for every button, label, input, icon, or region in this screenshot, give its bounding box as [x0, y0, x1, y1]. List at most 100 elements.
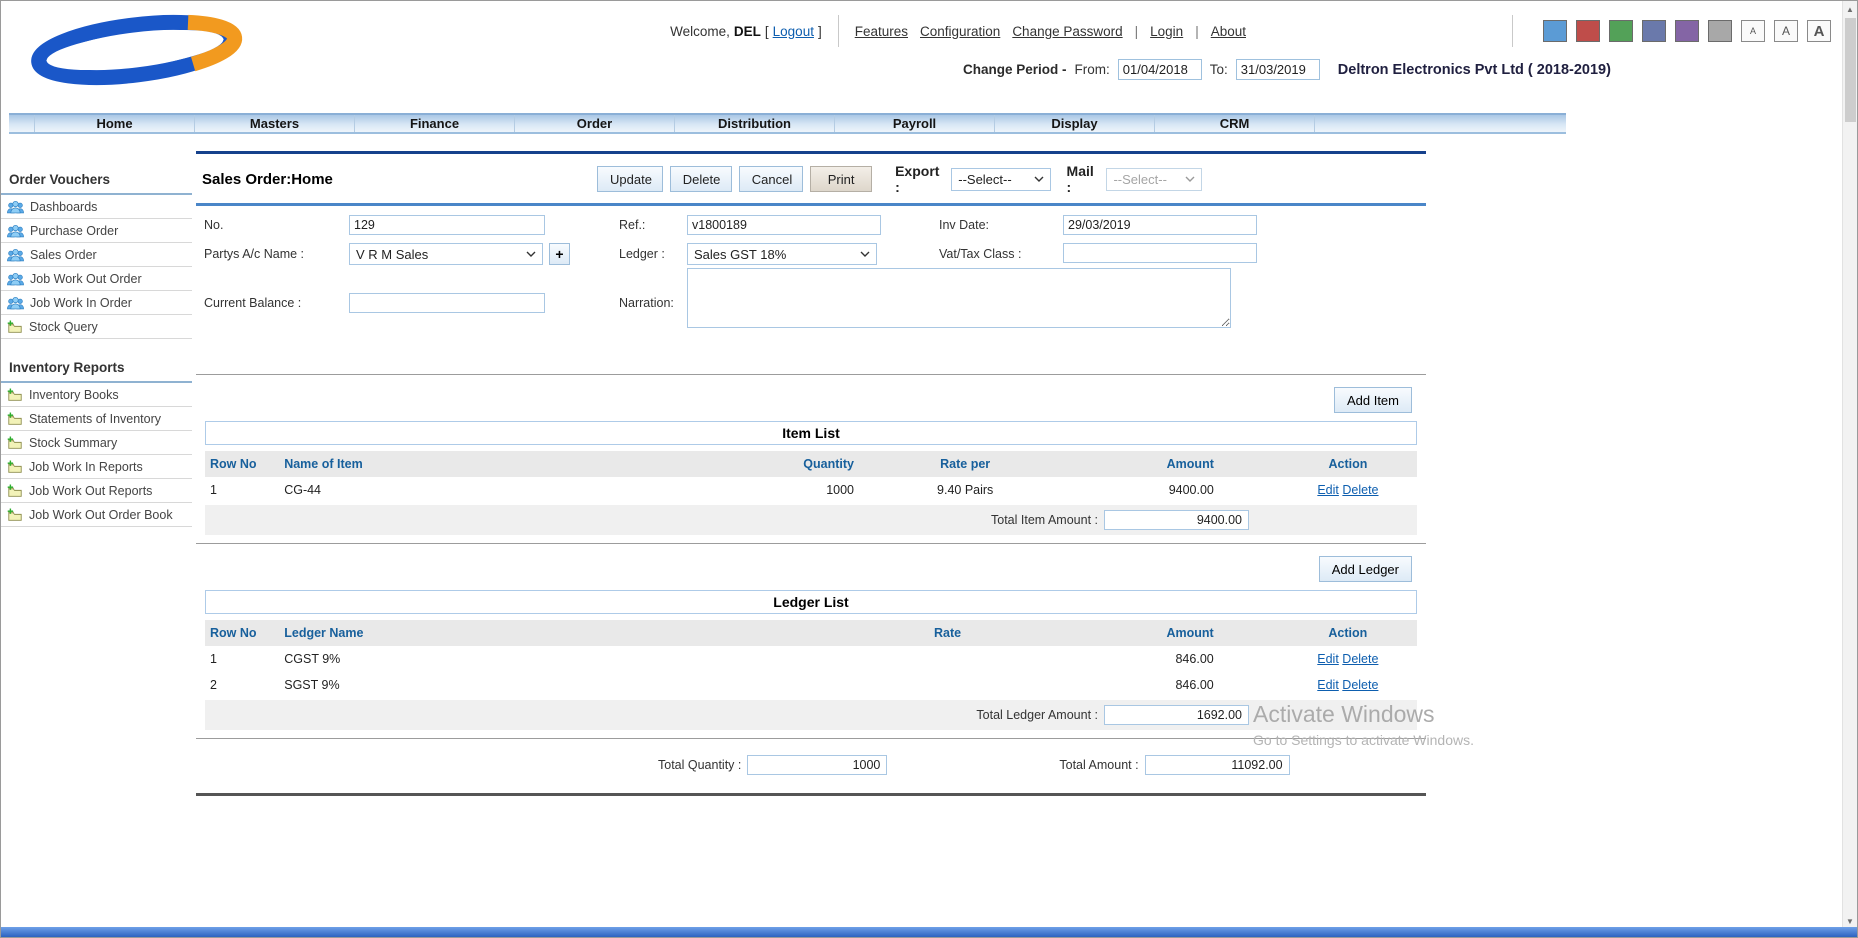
- theme-color-swatch[interactable]: [1609, 20, 1633, 42]
- ledger-label: Ledger :: [619, 247, 665, 261]
- cancel-button[interactable]: Cancel: [739, 166, 803, 192]
- ledger-list-title: Ledger List: [205, 590, 1417, 614]
- item-actions: Edit Delete: [1279, 477, 1417, 503]
- folder-icon: [7, 412, 23, 426]
- account-row: Welcome, DEL [ Logout ] Features Configu…: [670, 15, 1831, 47]
- update-button[interactable]: Update: [597, 166, 663, 192]
- nav-crm[interactable]: CRM: [1155, 115, 1315, 132]
- add-party-button[interactable]: +: [549, 243, 570, 265]
- mail-label: Mail :: [1067, 163, 1101, 195]
- total-ledger-amount-row: Total Ledger Amount :: [205, 700, 1417, 730]
- add-ledger-row: Add Ledger: [196, 544, 1426, 590]
- configuration-link[interactable]: Configuration: [920, 24, 1000, 39]
- item-row: 1 CG-44 1000 9.40 Pairs 9400.00 Edit Del…: [205, 477, 1417, 503]
- nav-spacer: [9, 115, 35, 132]
- divider: [1512, 15, 1513, 47]
- ledger-edit-link[interactable]: Edit: [1317, 652, 1339, 666]
- ledger-edit-link[interactable]: Edit: [1317, 678, 1339, 692]
- col-row-no: Row No: [205, 451, 279, 477]
- theme-color-swatch[interactable]: [1675, 20, 1699, 42]
- about-link[interactable]: About: [1211, 24, 1246, 39]
- vat-class-input[interactable]: [1063, 243, 1257, 263]
- bottom-edge-bar: [1, 927, 1857, 937]
- users-icon: [7, 248, 24, 262]
- ledger-actions: Edit Delete: [1279, 646, 1417, 672]
- sidebar-item-label: Inventory Books: [29, 388, 119, 402]
- sidebar-item-statements-of-inventory[interactable]: Statements of Inventory: [1, 407, 192, 431]
- ref-label: Ref.:: [619, 218, 645, 232]
- sidebar-item-job-work-out-reports[interactable]: Job Work Out Reports: [1, 479, 192, 503]
- narration-textarea[interactable]: [687, 268, 1231, 328]
- print-button[interactable]: Print: [810, 166, 872, 192]
- sidebar-item-label: Job Work Out Order: [30, 272, 142, 286]
- ref-input[interactable]: [687, 215, 881, 235]
- folder-icon: [7, 508, 23, 522]
- theme-color-swatch[interactable]: [1708, 20, 1732, 42]
- period-to-input[interactable]: [1236, 59, 1320, 80]
- theme-color-swatch[interactable]: [1642, 20, 1666, 42]
- sidebar-item-stock-summary[interactable]: Stock Summary: [1, 431, 192, 455]
- scrollbar-thumb[interactable]: [1845, 18, 1856, 122]
- mail-select[interactable]: --Select--: [1106, 168, 1202, 191]
- delete-button[interactable]: Delete: [670, 166, 732, 192]
- nav-masters[interactable]: Masters: [195, 115, 355, 132]
- total-quantity-input[interactable]: [747, 755, 887, 775]
- nav-payroll[interactable]: Payroll: [835, 115, 995, 132]
- sidebar-item-job-work-out-order[interactable]: Job Work Out Order: [1, 267, 192, 291]
- features-link[interactable]: Features: [855, 24, 908, 39]
- sidebar-item-sales-order[interactable]: Sales Order: [1, 243, 192, 267]
- ledger-delete-link[interactable]: Delete: [1342, 652, 1378, 666]
- logout-link[interactable]: Logout: [773, 24, 814, 39]
- ledger-select[interactable]: Sales GST 18%: [687, 243, 877, 265]
- total-amount-input[interactable]: [1145, 755, 1290, 775]
- total-item-amount-input[interactable]: [1104, 510, 1249, 530]
- total-ledger-amount-input[interactable]: [1104, 705, 1249, 725]
- welcome-text: Welcome,: [670, 24, 730, 39]
- sidebar-item-purchase-order[interactable]: Purchase Order: [1, 219, 192, 243]
- item-amount: 9400.00: [1046, 477, 1279, 503]
- sidebar-item-job-work-out-order-book[interactable]: Job Work Out Order Book: [1, 503, 192, 527]
- sales-order-panel: Sales Order:Home Update Delete Cancel Pr…: [196, 151, 1426, 796]
- login-link[interactable]: Login: [1150, 24, 1183, 39]
- bracket-close: ]: [818, 24, 822, 39]
- chevron-down-icon: [1185, 176, 1195, 182]
- sidebar-item-label: Statements of Inventory: [29, 412, 161, 426]
- theme-palette: A A A: [1543, 20, 1831, 42]
- theme-color-swatch[interactable]: [1576, 20, 1600, 42]
- sidebar-item-inventory-books[interactable]: Inventory Books: [1, 383, 192, 407]
- sidebar-item-dashboards[interactable]: Dashboards: [1, 195, 192, 219]
- item-delete-link[interactable]: Delete: [1342, 483, 1378, 497]
- sidebar-item-job-work-in-reports[interactable]: Job Work In Reports: [1, 455, 192, 479]
- nav-distribution[interactable]: Distribution: [675, 115, 835, 132]
- change-password-link[interactable]: Change Password: [1012, 24, 1122, 39]
- no-input[interactable]: [349, 215, 545, 235]
- inv-date-input[interactable]: [1063, 215, 1257, 235]
- add-item-button[interactable]: Add Item: [1334, 387, 1412, 413]
- item-edit-link[interactable]: Edit: [1317, 483, 1339, 497]
- party-select[interactable]: V R M Sales: [349, 243, 543, 265]
- vertical-scrollbar[interactable]: ▲ ▼: [1842, 1, 1857, 929]
- theme-color-swatch[interactable]: [1543, 20, 1567, 42]
- nav-finance[interactable]: Finance: [355, 115, 515, 132]
- ledger-delete-link[interactable]: Delete: [1342, 678, 1378, 692]
- font-size-medium-button[interactable]: A: [1774, 20, 1798, 42]
- sidebar-item-job-work-in-order[interactable]: Job Work In Order: [1, 291, 192, 315]
- add-ledger-button[interactable]: Add Ledger: [1319, 556, 1412, 582]
- export-select[interactable]: --Select--: [951, 168, 1050, 191]
- divider: [838, 15, 839, 47]
- inv-date-label: Inv Date:: [939, 218, 989, 232]
- scroll-up-icon[interactable]: ▲: [1843, 1, 1857, 17]
- total-quantity-label: Total Quantity :: [658, 758, 741, 772]
- ledger-rate: [869, 646, 1027, 672]
- link-separator: |: [1135, 24, 1139, 39]
- ledger-table-header: Row No Ledger Name Rate Amount Action: [205, 620, 1417, 646]
- nav-order[interactable]: Order: [515, 115, 675, 132]
- period-from-input[interactable]: [1118, 59, 1202, 80]
- nav-home[interactable]: Home: [35, 115, 195, 132]
- sidebar-item-stock-query[interactable]: Stock Query: [1, 315, 192, 339]
- current-balance-input[interactable]: [349, 293, 545, 313]
- font-size-small-button[interactable]: A: [1741, 20, 1765, 42]
- ledger-amount: 846.00: [1026, 646, 1278, 672]
- nav-display[interactable]: Display: [995, 115, 1155, 132]
- font-size-large-button[interactable]: A: [1807, 20, 1831, 42]
